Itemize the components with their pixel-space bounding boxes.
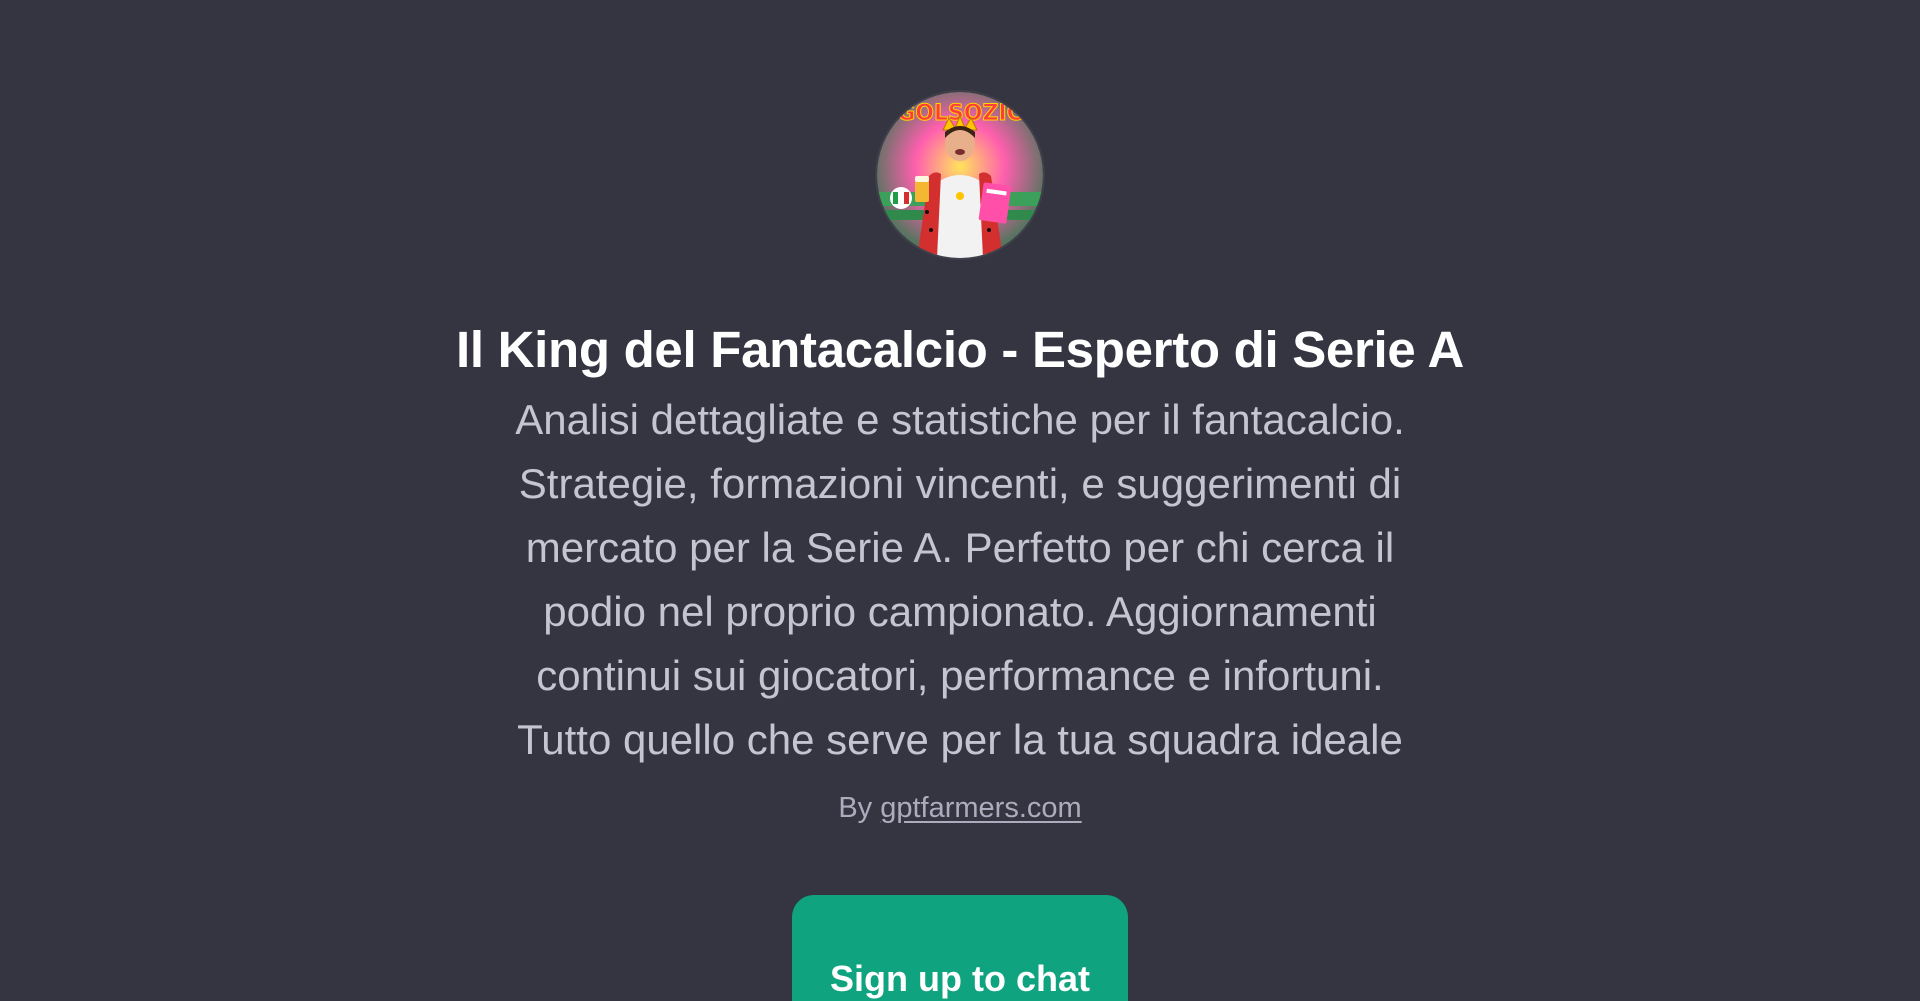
author-link[interactable]: gptfarmers.com xyxy=(880,792,1081,824)
description-line: continui sui giocatori, performance e in… xyxy=(536,652,1384,699)
gpt-title: Il King del Fantacalcio - Esperto di Ser… xyxy=(456,321,1464,378)
sign-up-to-chat-button[interactable]: Sign up to chat xyxy=(792,895,1128,1001)
king-footballer-avatar-icon: GOLSOZIC xyxy=(877,92,1043,258)
description-line: mercato per la Serie A. Perfetto per chi… xyxy=(525,524,1395,571)
gpt-byline: By gptfarmers.com xyxy=(838,790,1081,826)
description-line: podio nel proprio campionato. Aggiorname… xyxy=(543,588,1377,635)
description-line: Analisi dettagliate e statistiche per il… xyxy=(515,396,1405,443)
description-line: Tutto quello che serve per la tua squadr… xyxy=(517,716,1403,763)
gpt-profile: GOLSOZIC Il King del Fantacalcio - Esper… xyxy=(0,92,1920,826)
byline-prefix: By xyxy=(838,792,873,824)
gpt-landing-page: GOLSOZIC Il King del Fantacalcio - Esper… xyxy=(0,0,1920,1001)
description-line: Strategie, formazioni vincenti, e sugger… xyxy=(518,460,1402,507)
gpt-avatar-image: GOLSOZIC xyxy=(877,92,1043,258)
gpt-description: Analisi dettagliate e statistiche per il… xyxy=(460,388,1460,772)
